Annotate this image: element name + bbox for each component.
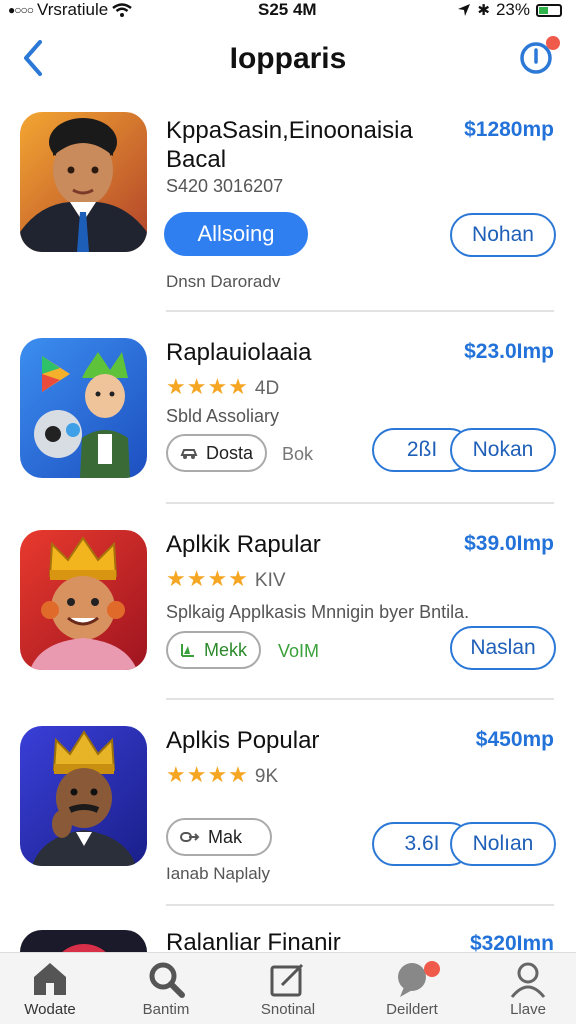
category-tag[interactable]: Mak: [166, 818, 272, 856]
stars-icon: ★★★★: [166, 566, 249, 591]
tab-label: Deildert: [386, 1001, 438, 1018]
app-icon-character[interactable]: [20, 338, 147, 478]
stars-icon: ★★★★: [166, 762, 249, 787]
app-subtitle: S420 3016207: [166, 176, 284, 196]
divider: [166, 310, 554, 312]
app-subtitle: Sbld Assoliary: [166, 406, 280, 426]
rating-count: 4D: [254, 378, 280, 399]
category-tag[interactable]: Dosta: [166, 434, 268, 472]
app-icon-portrait[interactable]: [20, 112, 147, 252]
tab-edit[interactable]: Snotinal: [238, 959, 338, 1018]
tag-extra-label: VoIM: [278, 641, 320, 661]
app-icon-king[interactable]: [20, 530, 147, 670]
app-price: $450mp: [475, 728, 554, 751]
star-rating: ★★★★ 9K: [166, 762, 278, 788]
tab-chat[interactable]: Deildert: [362, 959, 462, 1018]
app-name-line2: Bacal: [166, 146, 227, 173]
list-item[interactable]: KppaSasin,Einoonaisia Bacal $1280mp S420…: [0, 112, 576, 312]
wifi-icon: [112, 3, 132, 17]
tab-search[interactable]: Bantim: [116, 959, 216, 1018]
stars-icon: ★★★★: [166, 374, 249, 399]
tab-label: Snotinal: [260, 1001, 316, 1018]
home-icon: [34, 963, 66, 995]
secondary-action-button[interactable]: Nohan: [450, 213, 556, 257]
chart-icon: [181, 644, 194, 657]
bluetooth-icon: ✱: [477, 2, 490, 19]
tab-label: Wodate: [24, 1001, 76, 1018]
battery-icon: [536, 3, 562, 17]
star-rating: ★★★★ KIV: [166, 566, 286, 592]
status-bar: ●○○○ Vrsratiule S25 4M ✱ 23%: [0, 0, 576, 22]
app-price: $23.0Imp: [464, 340, 554, 363]
tag-label: Mekk: [204, 639, 248, 660]
list-item[interactable]: Aplkik Rapular $39.0Imp ★★★★ KIV Splkaig …: [0, 528, 576, 698]
rating-count: KIV: [254, 570, 286, 591]
app-price: $39.0Imp: [464, 532, 554, 555]
list-item[interactable]: Aplkis Popular $450mp ★★★★ 9K Mak 3.6I No…: [0, 722, 576, 902]
navigation-bar: Iopparis: [0, 30, 576, 94]
tab-home[interactable]: Wodate: [0, 959, 100, 1018]
tab-label: Llave: [510, 1001, 546, 1018]
notification-badge: [424, 961, 440, 977]
location-icon: [458, 4, 471, 16]
app-name[interactable]: KppaSasin,Einoonaisia Bacal: [166, 116, 413, 174]
app-subtitle: Splkaig Applkasis Mnnigin byer Bntila.: [166, 602, 470, 622]
tab-label: Bantim: [142, 1001, 190, 1018]
battery-percent: 23%: [495, 0, 530, 19]
list-item[interactable]: Raplauiolaaia $23.0Imp ★★★★ 4D Sbld Assol…: [0, 336, 576, 506]
edit-icon: [270, 963, 304, 997]
app-name[interactable]: Aplkis Popular: [166, 726, 319, 755]
app-icon-thinker[interactable]: [20, 726, 147, 866]
divider: [166, 698, 554, 700]
tag-label: Mak: [208, 826, 243, 847]
tab-profile[interactable]: Llave: [478, 959, 576, 1018]
secondary-action-button[interactable]: Naslan: [450, 626, 556, 670]
page-title: Iopparis: [229, 42, 347, 75]
secondary-action-button[interactable]: Nolıan: [450, 822, 556, 866]
app-meta: Dnsn Daroradv: [166, 272, 281, 291]
signal-icon: ●○○○: [8, 3, 34, 17]
app-price: $1280mp: [464, 118, 554, 141]
app-name-line1: KppaSasin,Einoonaisia: [166, 117, 413, 144]
status-time: S25 4M: [258, 0, 317, 19]
app-name[interactable]: Raplauiolaaia: [166, 338, 311, 367]
primary-action-button[interactable]: Allsoing: [164, 212, 308, 256]
rating-count: 9K: [254, 766, 279, 787]
tag-label: Dosta: [206, 442, 254, 463]
tab-bar: Wodate Bantim Snotinal Deildert Llave: [0, 952, 576, 1024]
profile-icon: [510, 962, 546, 998]
app-name[interactable]: Aplkik Rapular: [166, 530, 321, 559]
carrier-label: Vrsratiule: [37, 0, 109, 19]
divider: [166, 502, 554, 504]
link-icon: [180, 832, 200, 842]
tag-extra-label: Bok: [282, 444, 314, 464]
app-meta: Ianab Naplaly: [166, 864, 270, 883]
notification-badge: [546, 36, 560, 50]
category-tag[interactable]: Mekk: [166, 631, 262, 669]
secondary-action-button[interactable]: Nokan: [450, 428, 556, 472]
car-icon: [180, 449, 198, 459]
star-rating: ★★★★ 4D: [166, 374, 279, 400]
divider: [166, 904, 554, 906]
search-icon: [149, 962, 185, 998]
